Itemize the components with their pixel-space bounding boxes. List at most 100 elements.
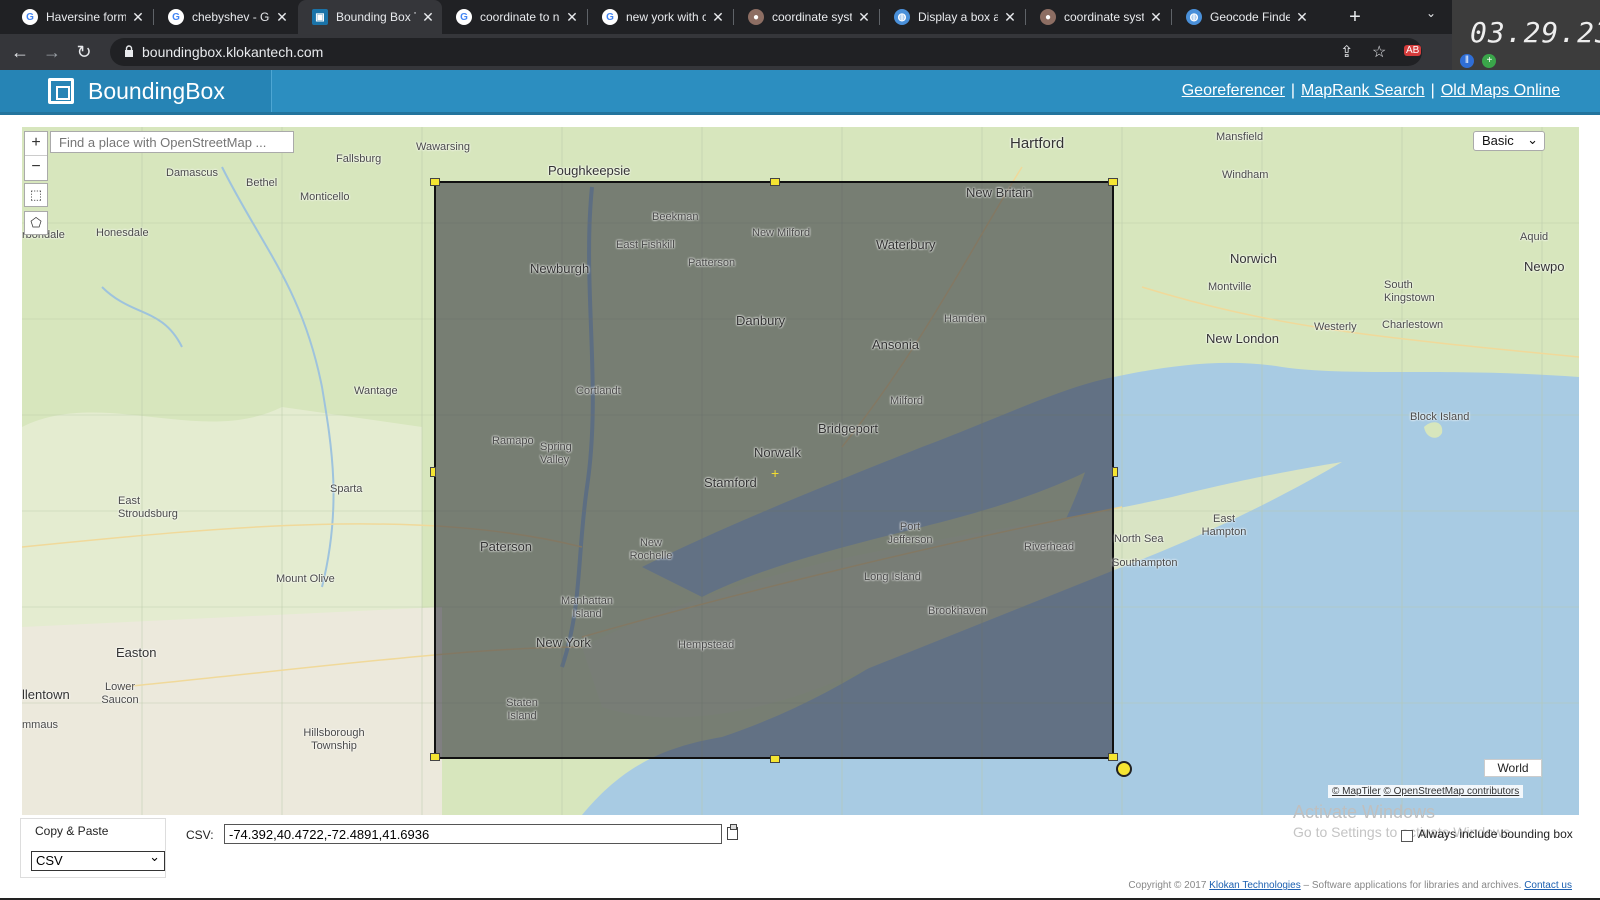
- back-arrow-icon[interactable]: ←: [8, 40, 32, 64]
- format-select-value: CSV: [36, 853, 63, 868]
- extension-icon[interactable]: AB: [1404, 45, 1422, 56]
- csv-output-field[interactable]: [224, 824, 722, 844]
- bookmark-star-icon[interactable]: ☆: [1372, 42, 1386, 62]
- place-label: Bethel: [246, 177, 278, 189]
- tab-bounding-box[interactable]: ▣ Bounding Box T ✕: [298, 0, 442, 34]
- georeferencer-link[interactable]: Georeferencer: [1182, 82, 1285, 99]
- url-text: boundingbox.klokantech.com: [142, 44, 324, 60]
- close-icon[interactable]: ✕: [856, 9, 872, 26]
- tab-coordinate-system-1[interactable]: ● coordinate syst ✕: [734, 0, 878, 34]
- place-label: Wantage: [354, 385, 398, 397]
- tab-title: chebyshev - Go: [192, 10, 270, 24]
- pause-icon[interactable]: ‖: [1460, 54, 1474, 68]
- place-label: Westerly: [1314, 321, 1357, 333]
- copy-paste-box: Copy & Paste CSV: [20, 818, 166, 878]
- google-icon: G: [22, 9, 38, 25]
- place-label: Montville: [1208, 281, 1252, 293]
- close-icon[interactable]: ✕: [130, 9, 146, 26]
- tab-search-chevron-icon[interactable]: ⌄: [1426, 6, 1436, 20]
- maptiler-link[interactable]: © MapTiler: [1332, 786, 1381, 797]
- close-icon[interactable]: ✕: [710, 9, 726, 26]
- place-label: Cortlandt: [576, 385, 621, 397]
- place-search-input[interactable]: [50, 131, 294, 153]
- basemap-layer-select[interactable]: Basic ⌄: [1473, 131, 1545, 151]
- tab-title: coordinate to n: [480, 10, 560, 24]
- close-icon[interactable]: ✕: [1002, 9, 1018, 26]
- place-label: Paterson: [480, 539, 533, 554]
- new-tab-button[interactable]: +: [1342, 4, 1368, 30]
- old-maps-online-link[interactable]: Old Maps Online: [1441, 82, 1560, 99]
- place-label: Poughkeepsie: [548, 163, 631, 178]
- bbox-center-icon[interactable]: +: [771, 466, 779, 480]
- lock-icon: [125, 45, 133, 57]
- tab-new-york[interactable]: G new york with c ✕: [588, 0, 732, 34]
- close-icon[interactable]: ✕: [420, 9, 436, 26]
- close-icon[interactable]: ✕: [1294, 9, 1310, 26]
- place-label: Hempstead: [678, 639, 735, 651]
- place-label: Hillsborough Township: [303, 727, 365, 752]
- map-canvas[interactable]: + Hartford Mansfield Wawarsing Poughkeep…: [22, 127, 1579, 815]
- tab-title: new york with c: [626, 10, 706, 24]
- place-label: Spring Valley: [540, 441, 572, 466]
- forward-arrow-icon[interactable]: →: [40, 40, 64, 64]
- place-label: New York: [536, 635, 591, 650]
- place-label: Milford: [890, 395, 924, 407]
- bbox-edge-handle[interactable]: [770, 755, 780, 763]
- place-label: Aquid: [1520, 231, 1549, 243]
- close-icon[interactable]: ✕: [1148, 9, 1164, 26]
- place-label: Damascus: [166, 167, 218, 179]
- close-icon[interactable]: ✕: [564, 9, 580, 26]
- bbox-edge-handle[interactable]: [1112, 467, 1118, 477]
- format-select[interactable]: CSV: [31, 849, 165, 871]
- add-icon[interactable]: +: [1482, 54, 1497, 68]
- openstreetmap-link[interactable]: © OpenStreetMap contributors: [1383, 786, 1519, 797]
- place-label: Hamden: [944, 313, 986, 325]
- tab-haversine[interactable]: G Haversine form ✕: [8, 0, 152, 34]
- layer-select-value: Basic: [1482, 133, 1514, 148]
- place-label: Port Jefferson: [887, 521, 933, 546]
- zoom-in-button[interactable]: +: [25, 132, 47, 156]
- tab-display-box[interactable]: ◍ Display a box ar ✕: [880, 0, 1024, 34]
- browser-toolbar: ← → ↻ boundingbox.klokantech.com ⇪ ☆ AB: [0, 34, 1452, 70]
- bbox-corner-handle[interactable]: [430, 178, 440, 186]
- place-label: Riverhead: [1024, 541, 1075, 553]
- klokan-link[interactable]: Klokan Technologies: [1209, 880, 1301, 891]
- bbox-resize-handle[interactable]: [1116, 761, 1132, 777]
- place-label: South Kingstown: [1384, 279, 1435, 304]
- place-label: Sparta: [330, 483, 363, 495]
- place-label: East Stroudsburg: [118, 495, 178, 520]
- polygon-tool-icon[interactable]: ⬠: [24, 211, 48, 235]
- world-button[interactable]: World: [1484, 759, 1542, 777]
- tab-geocode-finder[interactable]: ◍ Geocode Finde ✕: [1172, 0, 1316, 34]
- tab-coordinate-to[interactable]: G coordinate to n ✕: [442, 0, 586, 34]
- clipboard-icon[interactable]: [727, 824, 738, 840]
- select-box-tool-icon[interactable]: ⬚: [24, 183, 48, 207]
- tab-coordinate-system-2[interactable]: ● coordinate syst ✕: [1026, 0, 1170, 34]
- site-header: BoundingBox Georeferencer | MapRank Search…: [0, 70, 1600, 115]
- place-label: Charlestown: [1382, 319, 1444, 331]
- share-icon[interactable]: ⇪: [1340, 42, 1353, 62]
- place-label: Mansfield: [1216, 131, 1264, 143]
- place-label: Fallsburg: [336, 153, 382, 165]
- place-label: Newburgh: [530, 261, 590, 276]
- maprank-search-link[interactable]: MapRank Search: [1301, 82, 1425, 99]
- bbox-corner-handle[interactable]: [1108, 753, 1118, 761]
- reload-icon[interactable]: ↻: [72, 40, 96, 64]
- zoom-out-button[interactable]: −: [25, 156, 47, 180]
- place-label: North Sea: [1114, 533, 1164, 545]
- contact-link[interactable]: Contact us: [1524, 880, 1572, 891]
- always-include-checkbox[interactable]: [1401, 830, 1413, 842]
- place-label: Southampton: [1112, 557, 1178, 569]
- bbox-edge-handle[interactable]: [430, 467, 436, 477]
- close-icon[interactable]: ✕: [274, 9, 290, 26]
- boundingbox-logo-icon: [48, 78, 74, 104]
- site-title: BoundingBox: [88, 78, 225, 104]
- bbox-edge-handle[interactable]: [770, 178, 780, 186]
- address-bar[interactable]: boundingbox.klokantech.com ⇪ ☆ AB: [110, 38, 1422, 66]
- tab-chebyshev[interactable]: G chebyshev - Go ✕: [154, 0, 296, 34]
- boundingbox-icon: ▣: [312, 9, 328, 25]
- brand[interactable]: BoundingBox: [0, 70, 272, 112]
- zoom-control: + −: [24, 131, 48, 181]
- bbox-corner-handle[interactable]: [1108, 178, 1118, 186]
- bbox-corner-handle[interactable]: [430, 753, 440, 761]
